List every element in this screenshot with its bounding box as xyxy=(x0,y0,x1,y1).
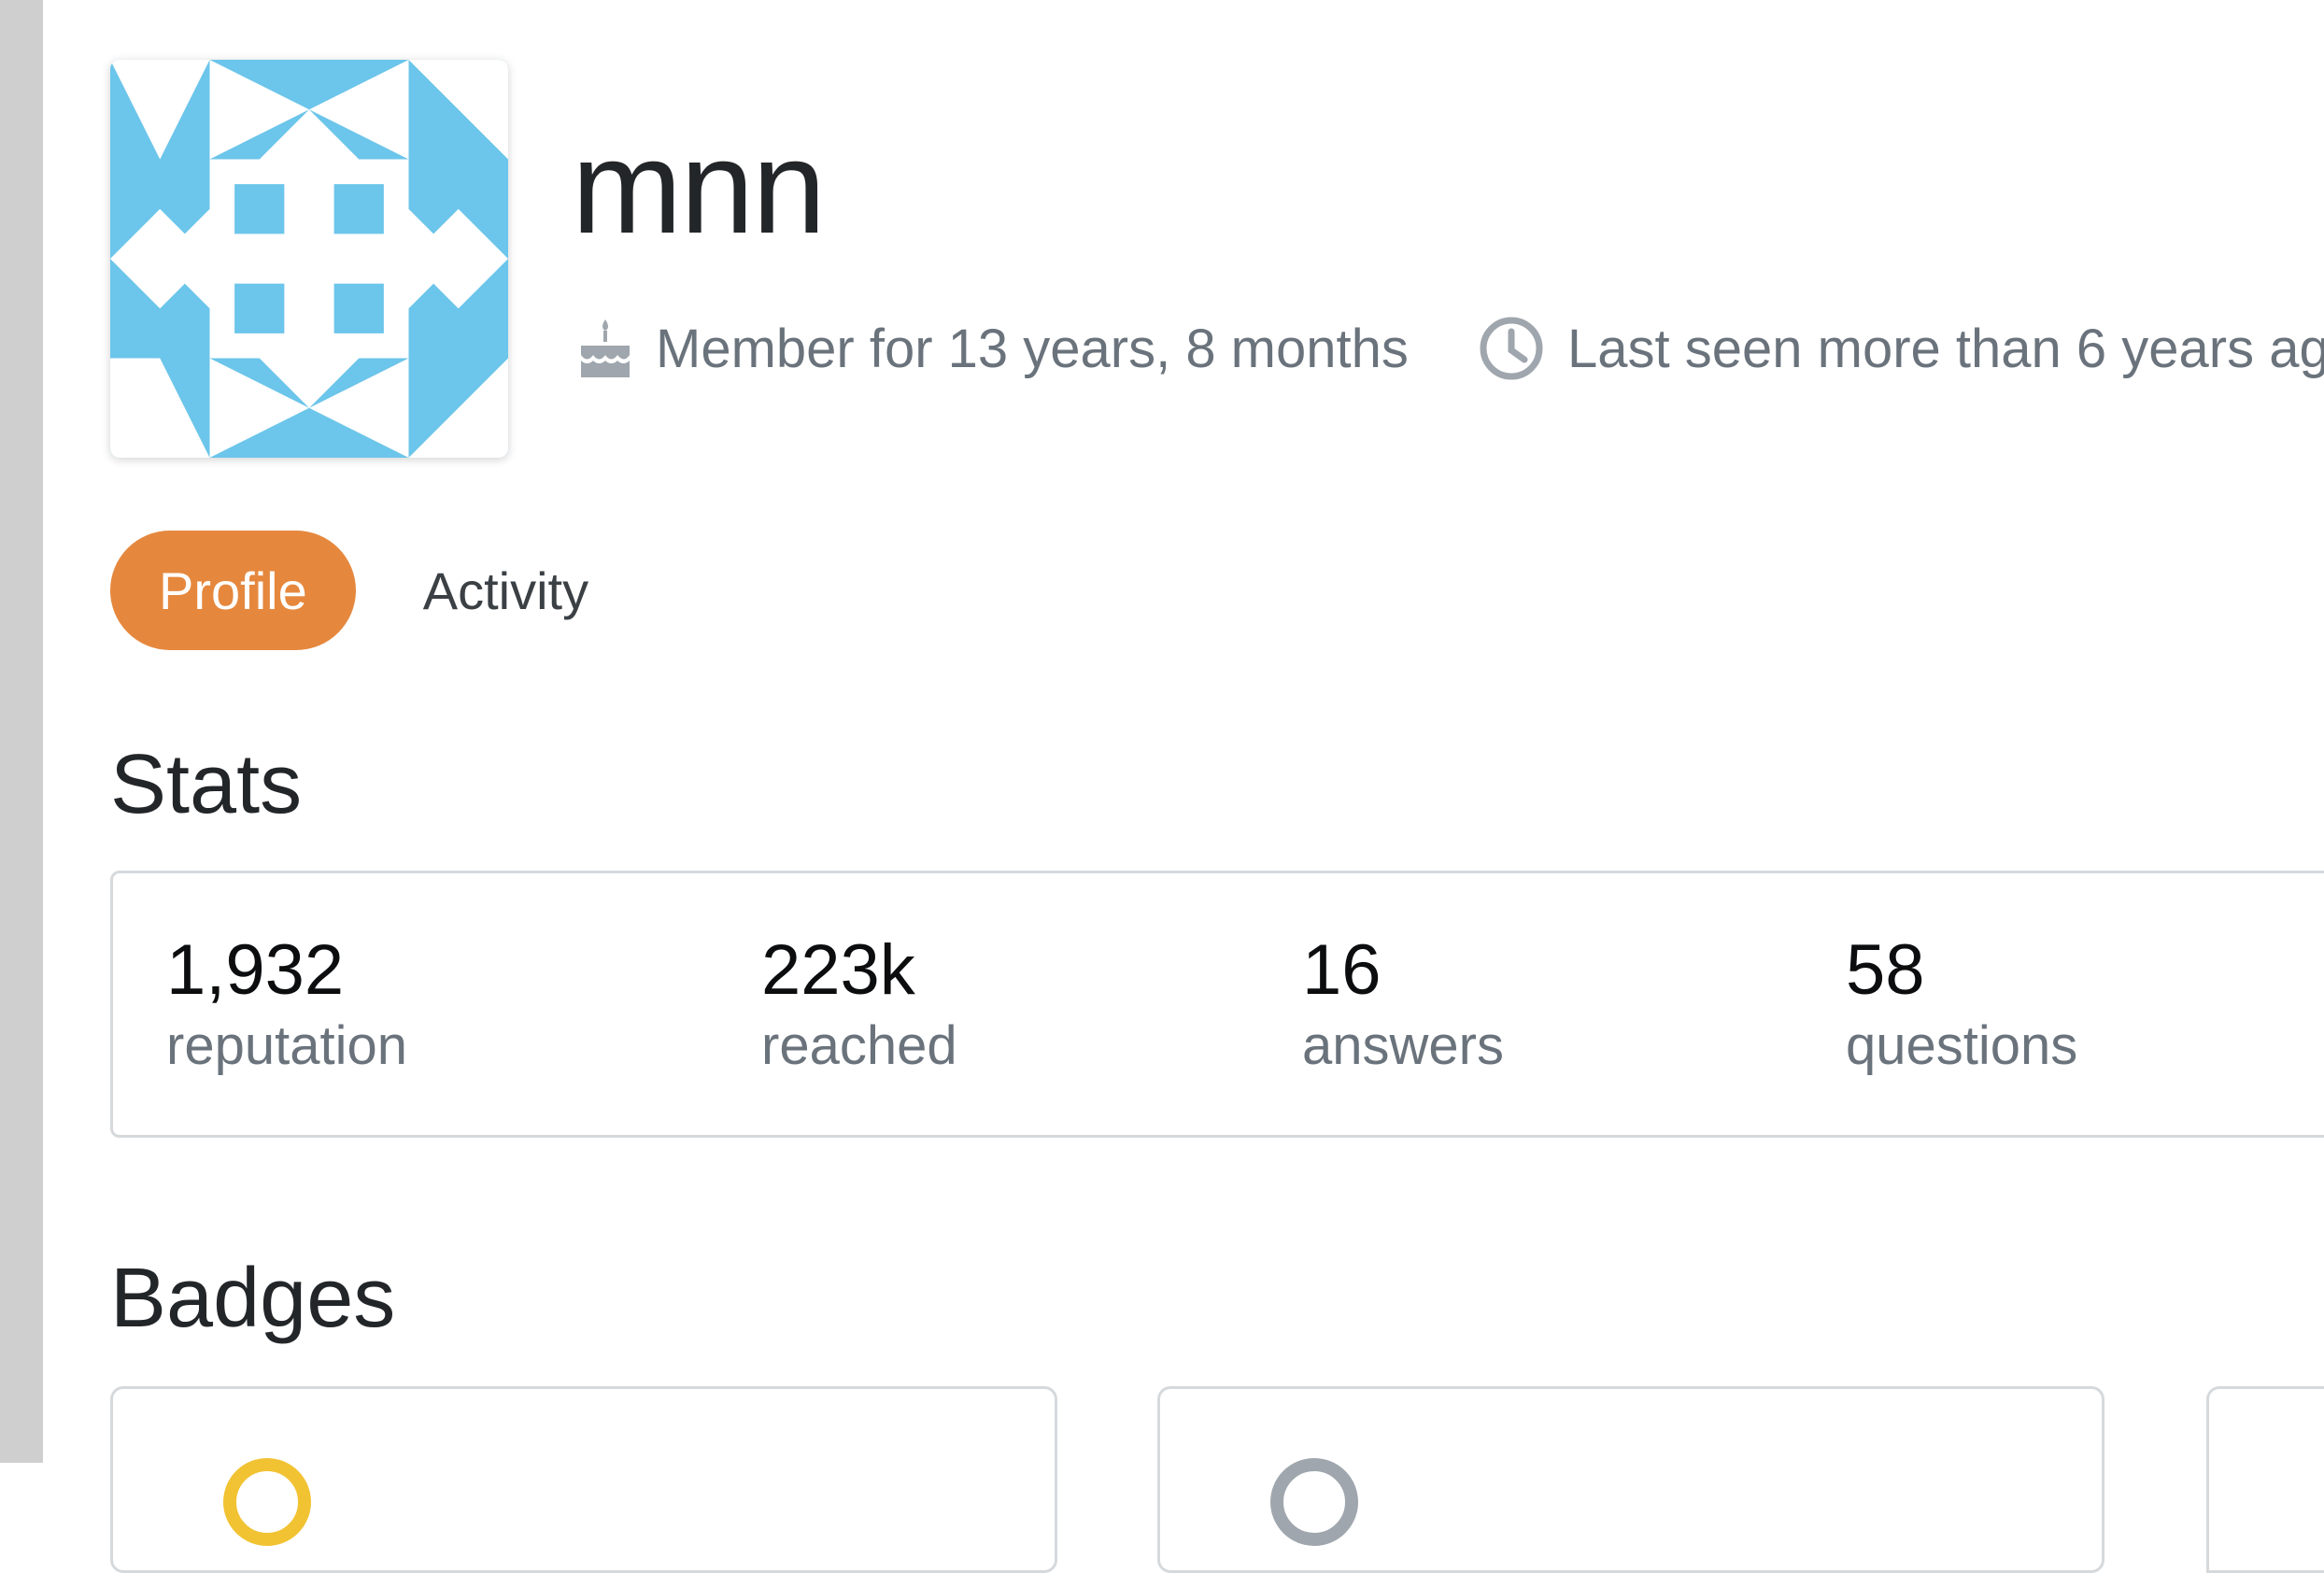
clock-icon xyxy=(1478,315,1545,382)
stat-reached: 223k reached xyxy=(761,935,957,1073)
cake-icon xyxy=(577,316,633,381)
stat-answers: 16 answers xyxy=(1302,935,1504,1073)
stats-heading: Stats xyxy=(110,738,303,831)
left-rail xyxy=(0,0,43,1463)
avatar[interactable] xyxy=(110,60,508,458)
gold-badge-icon xyxy=(216,1451,319,1558)
stat-value: 1,932 xyxy=(166,930,345,1010)
tab-activity[interactable]: Activity xyxy=(423,531,588,650)
silver-badge-icon xyxy=(1263,1451,1366,1558)
stat-label: reputation xyxy=(166,1015,407,1076)
badge-card-bronze xyxy=(2206,1386,2324,1573)
badge-card-gold xyxy=(110,1386,1057,1573)
stats-card: 1,932 reputation 223k reached 16 answers… xyxy=(110,871,2324,1138)
member-since: Member for 13 years, 8 months xyxy=(577,306,1409,390)
username: mnn xyxy=(572,113,826,262)
profile-tabs: Profile Activity xyxy=(110,531,588,650)
member-since-text: Member for 13 years, 8 months xyxy=(656,318,1409,379)
last-seen: Last seen more than 6 years ag xyxy=(1478,306,2324,390)
stat-value: 223k xyxy=(761,930,915,1010)
badge-card-silver xyxy=(1157,1386,2104,1573)
stat-label: questions xyxy=(1846,1015,2078,1076)
tab-profile[interactable]: Profile xyxy=(110,531,356,650)
last-seen-text: Last seen more than 6 years ag xyxy=(1567,318,2324,379)
stat-value: 58 xyxy=(1846,930,1925,1010)
identicon xyxy=(110,60,508,458)
stat-reputation: 1,932 reputation xyxy=(166,935,407,1073)
badges-heading: Badges xyxy=(110,1252,396,1345)
stat-label: reached xyxy=(761,1015,957,1076)
stat-label: answers xyxy=(1302,1015,1504,1076)
stat-questions: 58 questions xyxy=(1846,935,2077,1073)
stat-value: 16 xyxy=(1302,930,1382,1010)
